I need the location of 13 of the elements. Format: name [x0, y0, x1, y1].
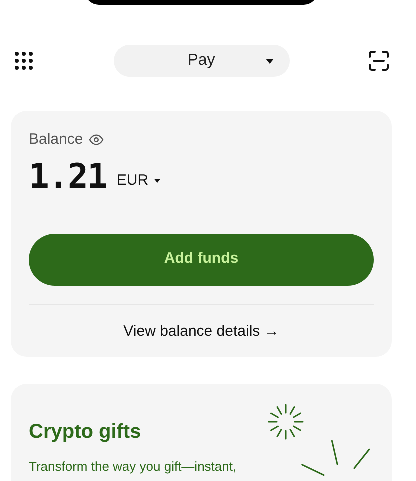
eye-icon[interactable]: [89, 134, 104, 146]
mode-dropdown[interactable]: Pay: [114, 45, 290, 77]
grid-menu-icon[interactable]: [13, 50, 35, 72]
promo-text: Transform the way you gift—instant,: [29, 459, 238, 475]
promo-title: Crypto gifts: [29, 420, 142, 445]
currency-dropdown[interactable]: EUR: [116, 170, 161, 192]
scan-icon[interactable]: [368, 50, 390, 72]
caret-icon: [266, 58, 274, 64]
balance-label: Balance: [29, 130, 84, 150]
view-balance-details-link[interactable]: View balance details →: [124, 320, 280, 343]
add-funds-button[interactable]: Add funds: [29, 234, 374, 286]
balance-amount: 1.21: [29, 160, 107, 194]
caret-icon: [154, 179, 161, 184]
